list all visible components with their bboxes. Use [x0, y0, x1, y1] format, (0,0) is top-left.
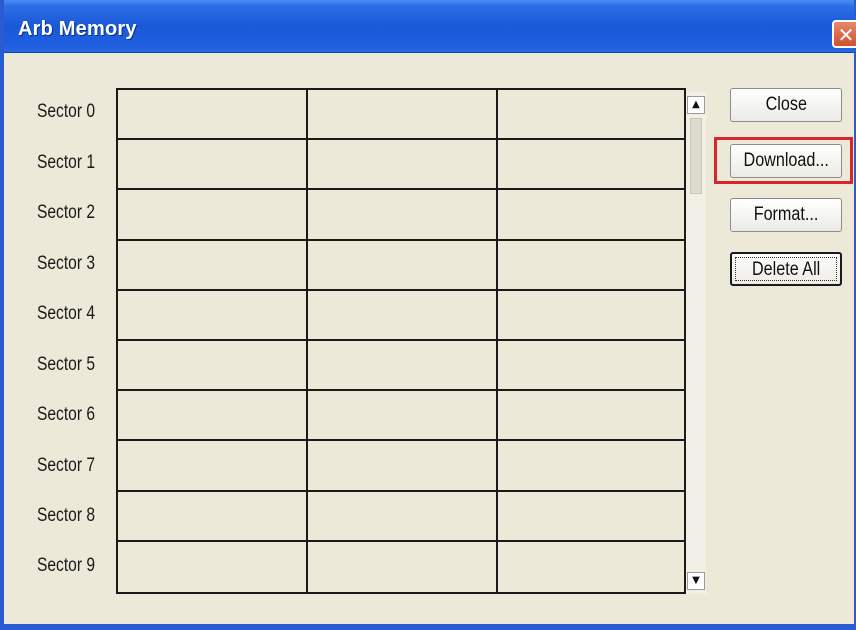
sector-label-0: Sector 0: [37, 101, 96, 122]
sector-cell[interactable]: [118, 190, 308, 241]
sector-cell[interactable]: [118, 240, 308, 291]
sector-label-9: Sector 9: [37, 555, 96, 576]
sector-cell[interactable]: [498, 542, 684, 592]
sector-cell[interactable]: [118, 491, 308, 542]
sector-cell[interactable]: [308, 140, 498, 191]
sector-label-8: Sector 8: [37, 505, 96, 526]
sector-cell[interactable]: [498, 492, 684, 542]
arb-memory-dialog: Arb Memory ✕ Sector 0 Sector 1 Sector 2 …: [0, 0, 856, 630]
sector-cell[interactable]: [118, 541, 308, 592]
download-highlight-box: [714, 137, 853, 184]
scroll-thumb[interactable]: [690, 118, 702, 194]
sector-cell[interactable]: [498, 291, 684, 341]
sector-cell[interactable]: [498, 140, 684, 191]
sector-cell[interactable]: [498, 391, 684, 442]
grid-scrollbar[interactable]: ▲ ▼: [686, 92, 706, 594]
sector-cell[interactable]: [308, 240, 498, 291]
sector-grid: [116, 88, 686, 594]
delete-all-button-label: Delete All: [751, 259, 821, 280]
sector-cell[interactable]: [308, 541, 498, 592]
sector-label-7: Sector 7: [37, 455, 96, 476]
sector-label-3: Sector 3: [37, 253, 96, 274]
sector-cell[interactable]: [498, 241, 684, 291]
sector-cell[interactable]: [118, 341, 308, 392]
sector-cell[interactable]: [118, 290, 308, 341]
format-button[interactable]: Format...: [730, 198, 842, 232]
sector-cell[interactable]: [118, 441, 308, 492]
sector-cell[interactable]: [498, 90, 684, 141]
format-button-label: Format...: [753, 204, 819, 225]
sector-label-5: Sector 5: [37, 354, 96, 375]
close-button[interactable]: Close: [730, 88, 842, 122]
sector-cell[interactable]: [118, 140, 308, 191]
sector-label-6: Sector 6: [37, 404, 96, 425]
sector-label-1: Sector 1: [37, 152, 96, 173]
window-title: Arb Memory: [18, 18, 137, 40]
sector-cell[interactable]: [308, 290, 498, 341]
close-icon: ✕: [837, 23, 855, 47]
sector-cell[interactable]: [498, 190, 684, 241]
window-close-button[interactable]: ✕: [832, 20, 856, 48]
close-button-label: Close: [765, 94, 807, 115]
arrow-up-icon: ▲: [692, 99, 700, 110]
arrow-down-icon: ▼: [692, 575, 700, 586]
sector-cell[interactable]: [118, 391, 308, 442]
sector-cell[interactable]: [498, 341, 684, 392]
sector-cell[interactable]: [308, 190, 498, 241]
scroll-down-button[interactable]: ▼: [687, 572, 705, 590]
delete-all-button[interactable]: Delete All: [730, 252, 842, 286]
sector-label-2: Sector 2: [37, 202, 96, 223]
sector-cell[interactable]: [308, 491, 498, 542]
scroll-up-button[interactable]: ▲: [687, 96, 705, 114]
sector-cell[interactable]: [308, 90, 498, 141]
sector-cell[interactable]: [498, 441, 684, 492]
title-bar[interactable]: Arb Memory ✕: [4, 0, 856, 53]
sector-cell[interactable]: [118, 90, 308, 141]
sector-label-4: Sector 4: [37, 303, 96, 324]
sector-cell[interactable]: [308, 441, 498, 492]
sector-cell[interactable]: [308, 341, 498, 392]
sector-cell[interactable]: [308, 391, 498, 442]
